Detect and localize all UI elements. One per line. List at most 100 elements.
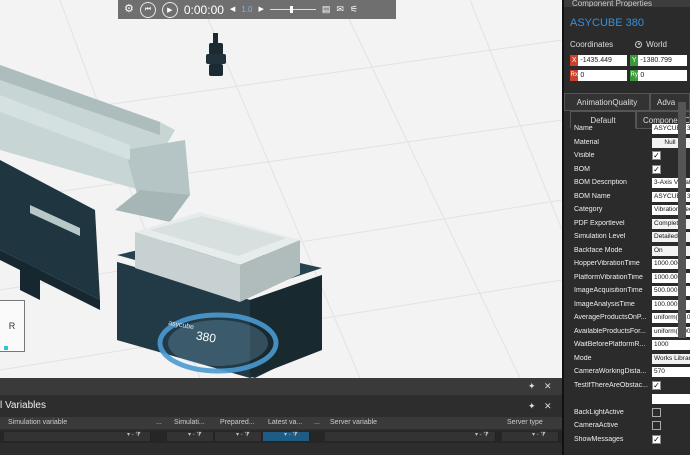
property-row: BackLightActive [570, 407, 690, 420]
column-server-type[interactable]: Server type [507, 419, 543, 426]
close-icon[interactable]: ✕ [544, 401, 552, 412]
collapsed-panel-strip: ✦ ✕ [0, 378, 562, 395]
gear-icon[interactable]: ⚙ [124, 0, 134, 19]
property-checkbox[interactable]: ✓ [652, 434, 661, 444]
column-server-variable[interactable]: Server variable [330, 419, 377, 426]
column-more-2[interactable]: ... [314, 419, 320, 426]
property-row [570, 393, 690, 406]
variables-panel: l Variables ✦ ✕ Simulation variable ... … [0, 395, 562, 455]
properties-scrollbar[interactable] [678, 102, 686, 338]
filter-cell[interactable] [502, 432, 559, 441]
y-input[interactable]: -1380.799 [638, 55, 687, 66]
component-properties-panel: Component Properties ASYCUBE 380 Coordin… [562, 0, 690, 455]
property-label: BOM Name [574, 192, 611, 200]
column-simulation-variable[interactable]: Simulation variable [8, 419, 67, 426]
position-row: X -1435.449 Y -1380.799 [570, 55, 690, 68]
column-more-1[interactable]: ... [156, 419, 162, 426]
property-label: PDF Exportlevel [574, 219, 625, 227]
property-row: BOM ✓ [570, 164, 690, 177]
speed-slider[interactable] [269, 6, 316, 13]
property-input[interactable]: 570 [652, 367, 690, 377]
scene-render [0, 0, 562, 378]
property-row: PDF Exportlevel Complete [570, 218, 690, 231]
property-label: Simulation Level [574, 233, 626, 240]
column-prepared[interactable]: Prepared... [220, 419, 255, 426]
property-row: PlatformVibrationTime 1000.000 [570, 272, 690, 285]
pin-icon[interactable]: ✦ [528, 381, 536, 392]
world-radio-label: World [646, 39, 667, 49]
property-label: BOM Description [574, 179, 627, 186]
filter-dropdown-icon[interactable]: ▾ - ⧩ [236, 431, 250, 439]
filter-dropdown-icon[interactable]: ▾ - ⧩ [127, 431, 141, 439]
property-checkbox[interactable]: ✓ [652, 151, 661, 160]
property-row: Material Null [570, 137, 690, 150]
property-label: Mode [574, 354, 592, 362]
property-label: ImageAcquisitionTime [574, 287, 643, 294]
component-name-title: ASYCUBE 380 [570, 17, 644, 29]
view-cube-marker [4, 346, 8, 350]
filter-dropdown-icon[interactable]: ▾ - ⧩ [532, 431, 546, 439]
property-row: CameraWorkingDista... 570 [570, 366, 690, 379]
property-label: TestIfThereAreObstac... [574, 381, 648, 389]
property-label: Visible [574, 152, 595, 159]
property-input[interactable] [652, 394, 690, 404]
property-label: BackLightActive [574, 408, 624, 416]
property-row: TestIfThereAreObstac... ✓ [570, 380, 690, 393]
property-label: PlatformVibrationTime [574, 273, 643, 281]
x-input[interactable]: -1435.449 [578, 55, 627, 66]
property-checkbox[interactable]: ✓ [652, 380, 661, 390]
3d-viewport[interactable]: asycube 380 [0, 0, 562, 378]
view-cube[interactable]: R [0, 300, 25, 352]
property-row: BOM NameASYCUBE 380 [570, 191, 690, 204]
variables-table-header: Simulation variable ... Simulati... Prep… [0, 417, 562, 429]
play-icon[interactable]: ▶ [161, 1, 178, 18]
world-radio[interactable] [635, 40, 643, 48]
forward-icon[interactable]: ▶ [258, 0, 263, 19]
property-row: Simulation Level Detailed [570, 231, 690, 244]
antenna-icon[interactable]: ⚟ [350, 0, 358, 19]
pin-icon[interactable]: ✦ [528, 401, 536, 412]
document-icon[interactable]: ▤ [322, 0, 331, 19]
property-label: HopperVibrationTime [574, 260, 640, 267]
property-row: HopperVibrationTime 1000.000 [570, 258, 690, 271]
property-checkbox[interactable] [652, 407, 661, 417]
variables-filter-row: ▾ - ⧩ ▾ - ⧩ ▾ - ⧩ ▾ - ⧩ ▾ - ⧩ ▾ - ⧩ [0, 431, 562, 443]
property-label: Category [574, 206, 603, 213]
property-row: Visible ✓ [570, 150, 690, 163]
property-label: WaitBeforePlatformR... [574, 341, 646, 348]
property-checkbox[interactable]: ✓ [652, 164, 661, 174]
column-latest-value[interactable]: Latest va... [268, 419, 302, 426]
filter-dropdown-icon[interactable]: ▾ - ⧩ [475, 431, 489, 439]
filter-dropdown-icon[interactable]: ▾ - ⧩ [284, 431, 298, 439]
property-row: ImageAcquisitionTime 500.000 [570, 285, 690, 298]
filter-dropdown-icon[interactable]: ▾ - ⧩ [188, 431, 202, 439]
filter-cell[interactable] [325, 432, 496, 441]
property-input[interactable]: 1000 [652, 340, 690, 350]
x-tag: X [570, 55, 579, 66]
rx-tag: Rx [570, 70, 579, 81]
rewind-icon[interactable]: ◀ [230, 0, 235, 19]
property-label: AvailableProductsFor... [574, 327, 646, 335]
property-row: CameraActive [570, 420, 690, 433]
property-label: ImageAnalysisTime [574, 300, 635, 308]
close-icon[interactable]: ✕ [544, 381, 552, 392]
column-simulation[interactable]: Simulati... [174, 419, 205, 426]
tab-animation-quality[interactable]: AnimationQuality [564, 93, 650, 111]
simulation-toolbar: ⚙ ⏮ ▶ 0:00:00 ◀ 1.0 ▶ ▤ ✉ ⚟ [118, 0, 396, 19]
skip-back-icon[interactable]: ⏮ [139, 1, 156, 18]
property-row: Backface Mode On [570, 245, 690, 258]
variables-panel-title: l Variables [0, 400, 46, 411]
coordinates-label: Coordinates [570, 39, 614, 49]
property-dropdown[interactable]: Works Library ( [652, 353, 690, 364]
rx-input[interactable]: 0 [578, 70, 627, 81]
rotation-row: Rx 0 Ry 0 [570, 70, 690, 83]
message-icon[interactable]: ✉ [336, 0, 344, 19]
property-checkbox[interactable] [652, 421, 661, 430]
y-tag: Y [630, 55, 639, 66]
property-row: BOM Description3-Axis Vibratio [570, 177, 690, 190]
property-row: NameASYCUBE 380 [570, 123, 690, 136]
ry-input[interactable]: 0 [638, 70, 687, 81]
property-label: ShowMessages [574, 435, 624, 443]
property-label: Name [574, 125, 593, 132]
speed-value: 1.0 [241, 5, 253, 14]
